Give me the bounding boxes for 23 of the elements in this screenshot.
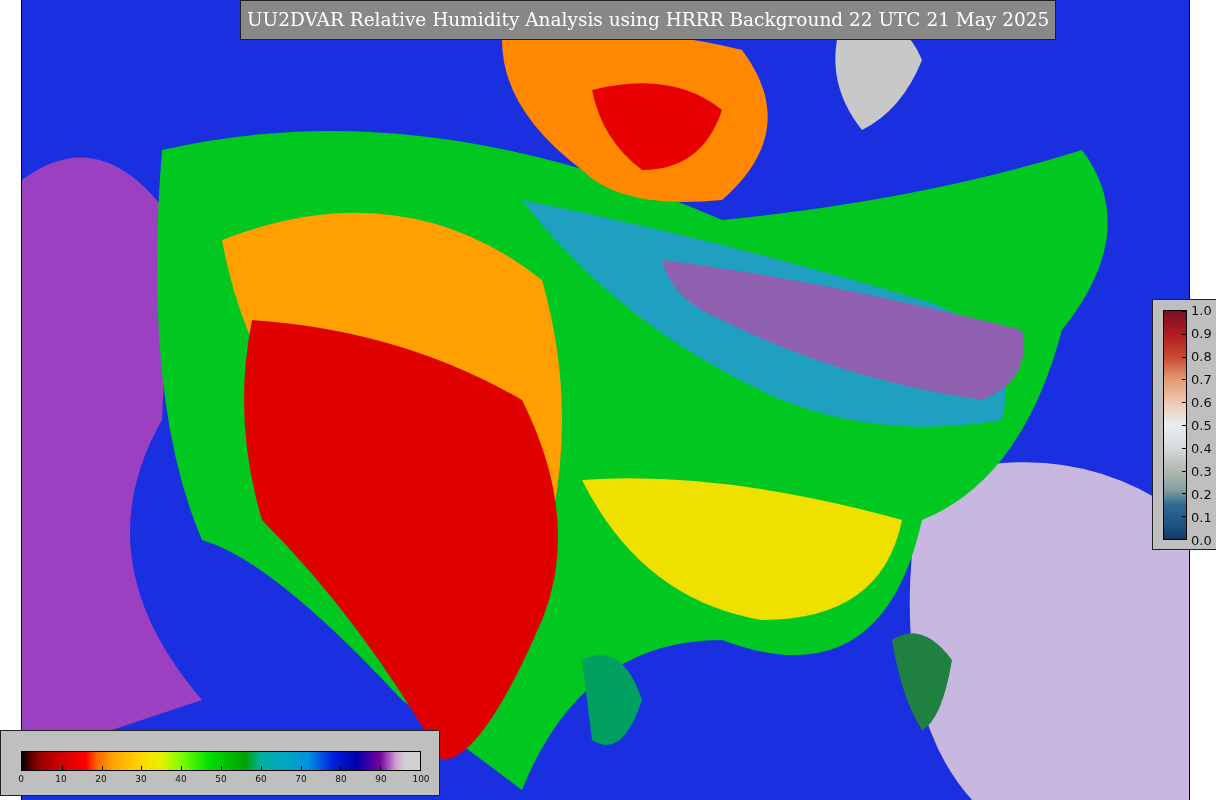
tick-label: 50 [215, 774, 227, 784]
tick-label: 0.8 [1191, 348, 1212, 364]
tick-label: 0.6 [1191, 394, 1212, 410]
tick-label: 90 [375, 774, 387, 784]
tick-label: 0.9 [1191, 325, 1212, 341]
tick-label: 0.7 [1191, 371, 1212, 387]
tick-label: 0.0 [1191, 532, 1212, 548]
map-title: UU2DVAR Relative Humidity Analysis using HRRR Background 22 UTC 21 May 2025 [240, 0, 1057, 40]
tick-label: 100 [412, 774, 430, 784]
tick-label: 0.5 [1191, 417, 1212, 433]
tick-label: 60 [255, 774, 267, 784]
tick-label: 70 [295, 774, 307, 784]
tick-label: 30 [135, 774, 147, 784]
tick-label: 80 [335, 774, 347, 784]
tick-label: 0.3 [1191, 463, 1212, 479]
tick-label: 0.4 [1191, 440, 1212, 456]
tick-label: 1.0 [1191, 302, 1212, 318]
tick-label: 40 [175, 774, 187, 784]
tick-label: 0.2 [1191, 486, 1212, 502]
tick-label: 0.1 [1191, 509, 1212, 525]
tick-label: 10 [55, 774, 67, 784]
tick-label: 0 [18, 774, 24, 784]
tick-label: 20 [95, 774, 107, 784]
